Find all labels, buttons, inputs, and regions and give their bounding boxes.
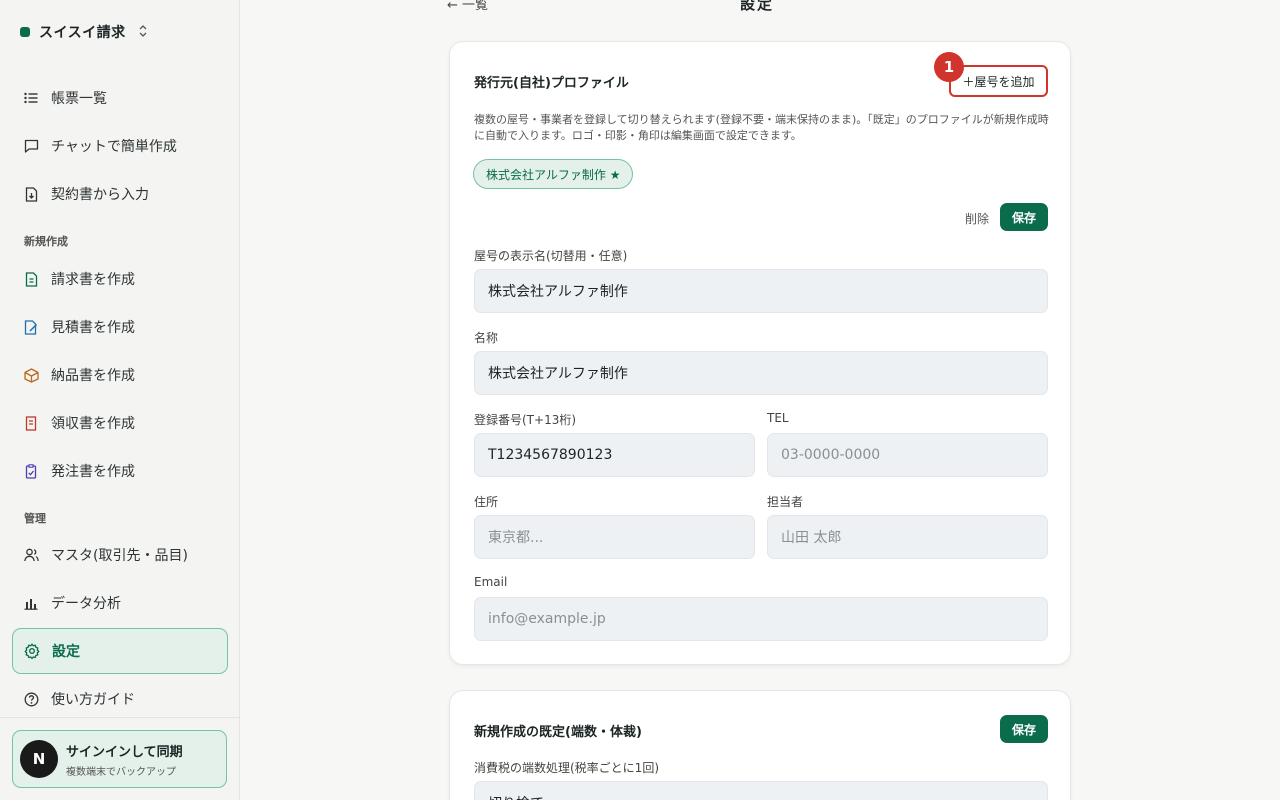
sidebar-item-create-receipt[interactable]: 領収書を作成 xyxy=(12,401,228,445)
sidebar-item-label: 帳票一覧 xyxy=(51,91,107,107)
tel-field[interactable]: 03-0000-0000 xyxy=(767,433,1048,477)
sidebar-item-label: 使い方ガイド xyxy=(51,692,135,708)
signin-sync-button[interactable]: N サインインして同期 複数端末でバックアップ xyxy=(12,730,227,788)
person-label: 担当者 xyxy=(767,495,804,509)
save-button[interactable]: 保存 xyxy=(1000,203,1048,231)
list-icon xyxy=(23,90,39,106)
save-button[interactable]: 保存 xyxy=(1000,715,1048,743)
tel-label: TEL xyxy=(767,411,789,425)
address-label: 住所 xyxy=(474,495,499,509)
receipt-icon xyxy=(23,415,39,431)
bar-chart-icon xyxy=(23,595,39,611)
card-title: 新規作成の既定(端数・体裁) xyxy=(474,725,642,740)
sidebar-item-label: 契約書から入力 xyxy=(51,187,149,203)
signin-subtitle: 複数端末でバックアップ xyxy=(66,766,176,778)
tax-rounding-select[interactable]: 切り捨て xyxy=(474,781,1048,800)
name-label: 名称 xyxy=(474,331,499,345)
section-manage-label: 管理 xyxy=(24,512,46,525)
sidebar-item-settings[interactable]: 設定 xyxy=(12,628,228,674)
sidebar-item-label: 領収書を作成 xyxy=(51,416,135,432)
signin-title: サインインして同期 xyxy=(66,744,183,760)
display-name-label: 屋号の表示名(切替用・任意) xyxy=(474,249,628,263)
sidebar-item-label: 発注書を作成 xyxy=(51,464,135,480)
sidebar-item-label: データ分析 xyxy=(51,596,121,612)
box-icon xyxy=(23,367,39,383)
app-name: スイスイ請求 xyxy=(39,25,126,41)
sidebar-item-label: チャットで簡単作成 xyxy=(51,139,177,155)
profile-chip[interactable]: 株式会社アルファ制作 ★ xyxy=(473,159,634,189)
registration-number-label: 登録番号(T+13桁) xyxy=(474,413,577,427)
sidebar-item-label: 納品書を作成 xyxy=(51,368,135,384)
help-icon xyxy=(23,691,39,707)
profile-card: 発行元(自社)プロファイル 1 ＋屋号を追加 複数の屋号・事業者を登録して切り替… xyxy=(449,41,1071,665)
sidebar-divider xyxy=(0,717,239,718)
profile-description: 複数の屋号・事業者を登録して切り替えられます(登録不要・端末保持のまま)。「既定… xyxy=(474,113,1049,142)
sidebar-item-guide[interactable]: 使い方ガイド xyxy=(12,677,228,721)
tax-rounding-label: 消費税の端数処理(税率ごとに1回) xyxy=(474,761,659,775)
signin-text: サインインして同期 複数端末でバックアップ xyxy=(66,741,183,778)
page-title: 設定 xyxy=(740,0,775,13)
sidebar-item-documents[interactable]: 帳票一覧 xyxy=(12,76,228,120)
chevron-updown-icon xyxy=(139,24,147,40)
app-switcher[interactable]: スイスイ請求 xyxy=(20,22,147,42)
document-import-icon xyxy=(23,186,39,202)
sidebar-item-label: 設定 xyxy=(52,644,80,660)
sidebar: スイスイ請求 帳票一覧 チャットで簡単作成 契約書から入力 新規作成 請求書を作… xyxy=(0,0,240,800)
avatar: N xyxy=(20,740,58,778)
registration-number-field[interactable]: T1234567890123 xyxy=(474,433,755,477)
name-field[interactable]: 株式会社アルファ制作 xyxy=(474,351,1048,395)
annotation-badge: 1 xyxy=(934,52,964,82)
sidebar-item-create-invoice[interactable]: 請求書を作成 xyxy=(12,257,228,301)
sidebar-item-create-delivery[interactable]: 納品書を作成 xyxy=(12,353,228,397)
add-profile-button[interactable]: ＋屋号を追加 xyxy=(949,65,1048,97)
sidebar-item-label: マスタ(取引先・品目) xyxy=(51,548,188,564)
sidebar-item-contract-import[interactable]: 契約書から入力 xyxy=(12,172,228,216)
chat-icon xyxy=(23,138,39,154)
brand-logo-icon xyxy=(20,27,30,37)
users-icon xyxy=(23,547,39,563)
delete-button[interactable]: 削除 xyxy=(965,210,989,227)
address-field[interactable]: 東京都... xyxy=(474,515,755,559)
sidebar-item-label: 見積書を作成 xyxy=(51,320,135,336)
email-label: Email xyxy=(474,575,508,589)
order-icon xyxy=(23,463,39,479)
back-link[interactable]: ← 一覧 xyxy=(447,0,488,13)
defaults-card: 新規作成の既定(端数・体裁) 保存 消費税の端数処理(税率ごとに1回) 切り捨て xyxy=(449,690,1071,800)
email-field[interactable]: info@example.jp xyxy=(474,597,1048,641)
sidebar-item-create-order[interactable]: 発注書を作成 xyxy=(12,449,228,493)
sidebar-item-label: 請求書を作成 xyxy=(51,272,135,288)
sidebar-item-analytics[interactable]: データ分析 xyxy=(12,581,228,625)
gear-icon xyxy=(24,643,40,659)
sidebar-item-create-estimate[interactable]: 見積書を作成 xyxy=(12,305,228,349)
invoice-icon xyxy=(23,271,39,287)
card-title: 発行元(自社)プロファイル xyxy=(474,76,629,91)
sidebar-item-master[interactable]: マスタ(取引先・品目) xyxy=(12,533,228,577)
estimate-icon xyxy=(23,319,39,335)
display-name-field[interactable]: 株式会社アルファ制作 xyxy=(474,269,1048,313)
person-field[interactable]: 山田 太郎 xyxy=(767,515,1048,559)
section-create-label: 新規作成 xyxy=(24,235,68,248)
sidebar-item-chat[interactable]: チャットで簡単作成 xyxy=(12,124,228,168)
